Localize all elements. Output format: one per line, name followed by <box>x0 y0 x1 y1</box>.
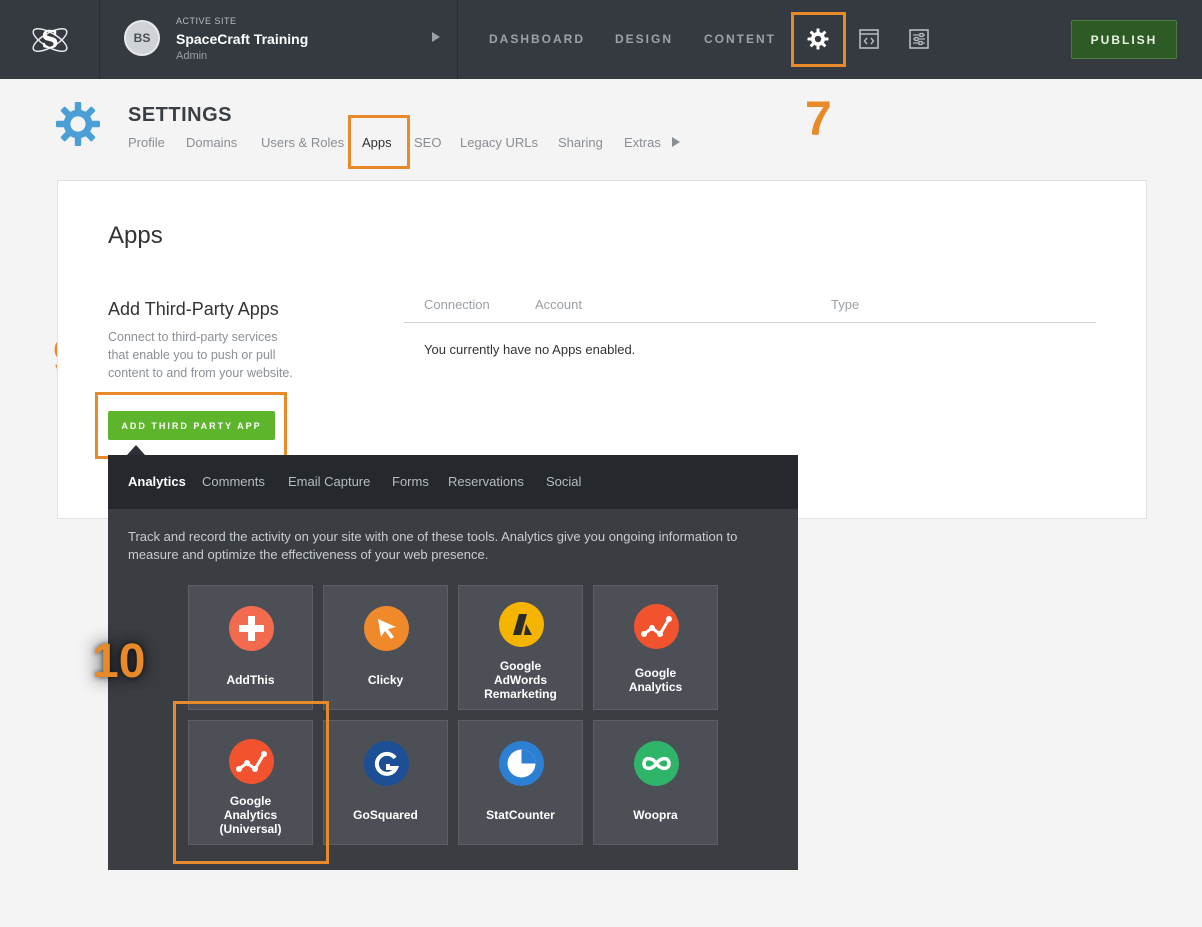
woopra-icon <box>634 741 679 786</box>
tab-users-roles[interactable]: Users & Roles <box>261 135 344 150</box>
site-name: SpaceCraft Training <box>176 31 309 47</box>
analytics-icon <box>634 604 679 649</box>
app-category-tabs: Analytics Comments Email Capture Forms R… <box>108 455 798 509</box>
publish-button[interactable]: PUBLISH <box>1071 20 1177 59</box>
code-editor-button[interactable] <box>852 22 886 56</box>
code-window-icon <box>859 29 879 49</box>
nav-dashboard[interactable]: DASHBOARD <box>489 32 585 46</box>
category-tab-forms[interactable]: Forms <box>392 474 429 489</box>
nav-content[interactable]: CONTENT <box>704 32 776 46</box>
callout-highlight-ga-universal <box>173 701 329 864</box>
gosquared-icon <box>364 741 409 786</box>
page-title: SETTINGS <box>128 104 233 126</box>
svg-text:S: S <box>41 25 58 54</box>
app-tile-label: GoSquared <box>353 808 418 822</box>
app-tile-google-analytics[interactable]: Google Analytics <box>593 585 718 710</box>
app-tile-addthis[interactable]: AddThis <box>188 585 313 710</box>
app-tile-label: AddThis <box>226 673 275 687</box>
tab-legacy-urls[interactable]: Legacy URLs <box>460 135 538 150</box>
callout-number-10: 10 <box>92 635 146 688</box>
app-tile-label: Google Analytics <box>628 666 683 694</box>
column-header-connection: Connection <box>424 297 490 312</box>
dropdown-pointer <box>127 445 145 455</box>
app-tile-label: Woopra <box>633 808 678 822</box>
tab-domains[interactable]: Domains <box>186 135 237 150</box>
add-apps-heading: Add Third-Party Apps <box>108 299 279 319</box>
callout-highlight-settings <box>791 12 846 67</box>
statcounter-icon <box>499 741 544 786</box>
callout-number-7: 7 <box>805 93 832 146</box>
avatar: BS <box>124 20 160 56</box>
app-tile-clicky[interactable]: Clicky <box>323 585 448 710</box>
tab-extras[interactable]: Extras <box>624 135 661 150</box>
column-header-type: Type <box>831 297 860 312</box>
sliders-icon <box>909 29 929 49</box>
table-divider <box>404 322 1096 323</box>
callout-highlight-apps-tab <box>348 115 410 169</box>
extras-arrow-icon[interactable] <box>672 137 680 147</box>
app-tile-statcounter[interactable]: StatCounter <box>458 720 583 845</box>
settings-gear-icon <box>54 100 102 153</box>
category-tab-reservations[interactable]: Reservations <box>448 474 524 489</box>
cursor-icon <box>364 606 409 651</box>
add-third-party-app-button[interactable]: ADD THIRD PARTY APP <box>108 411 275 440</box>
app-tile-google-adwords-remarketing[interactable]: Google AdWords Remarketing <box>458 585 583 710</box>
adwords-icon <box>499 602 544 647</box>
plus-icon <box>229 606 274 651</box>
app-tile-label: Clicky <box>367 673 404 687</box>
app-tile-label: StatCounter <box>486 808 555 822</box>
add-apps-description: Connect to third-party services that ena… <box>108 330 293 380</box>
empty-apps-message: You currently have no Apps enabled. <box>424 342 636 357</box>
play-arrow-icon[interactable] <box>432 32 440 42</box>
site-label: ACTIVE SITE <box>176 16 237 26</box>
tab-seo[interactable]: SEO <box>414 135 441 150</box>
column-header-account: Account <box>535 297 582 312</box>
nav-design[interactable]: DESIGN <box>615 32 673 46</box>
app-tile-woopra[interactable]: Woopra <box>593 720 718 845</box>
site-role: Admin <box>176 50 208 62</box>
active-site-switcher[interactable]: BS ACTIVE SITE SpaceCraft Training Admin <box>100 0 458 79</box>
top-bar: S BS ACTIVE SITE SpaceCraft Training Adm… <box>0 0 1202 79</box>
tab-sharing[interactable]: Sharing <box>558 135 603 150</box>
tab-profile[interactable]: Profile <box>128 135 165 150</box>
apps-title: Apps <box>108 222 163 249</box>
category-tab-comments[interactable]: Comments <box>202 474 265 489</box>
logo[interactable]: S <box>0 0 100 79</box>
category-tab-analytics[interactable]: Analytics <box>128 474 186 489</box>
analytics-description: Track and record the activity on your si… <box>128 529 738 562</box>
category-tab-email-capture[interactable]: Email Capture <box>288 474 370 489</box>
atom-logo-icon: S <box>31 25 68 54</box>
sliders-button[interactable] <box>902 22 936 56</box>
category-tab-social[interactable]: Social <box>546 474 581 489</box>
app-tile-label: Google AdWords Remarketing <box>484 659 557 701</box>
app-tile-gosquared[interactable]: GoSquared <box>323 720 448 845</box>
